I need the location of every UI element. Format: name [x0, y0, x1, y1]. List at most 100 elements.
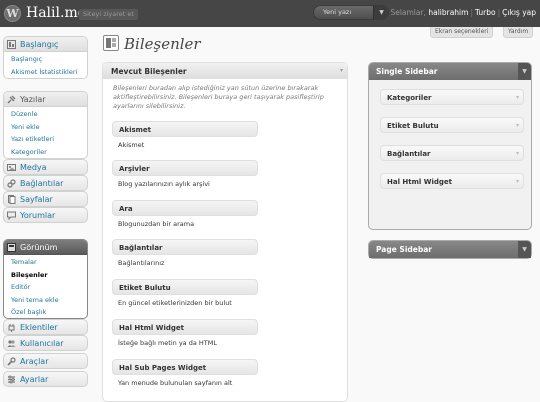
widget-description: En güncel etiketlerinizden bir bulut	[118, 299, 232, 307]
menu-tools-label: Araçlar	[20, 357, 49, 366]
available-widgets-title: Mevcut Bileşenler	[111, 67, 187, 76]
chevron-down-icon[interactable]: ▼	[518, 63, 531, 80]
widget-description: Blogunuzdan bir arama	[118, 220, 195, 228]
submenu-editor[interactable]: Editör	[4, 281, 87, 294]
sidebar-widget-links[interactable]: Bağlantılar ▾	[380, 145, 524, 161]
submenu-akismet-stats[interactable]: Akismet İstatistikleri	[4, 66, 87, 79]
menu-dashboard-header[interactable]: Başlangıç	[4, 37, 87, 52]
media-icon	[7, 164, 16, 171]
submenu-post-tags[interactable]: Yazı etiketleri	[4, 133, 87, 146]
page-sidebar-header[interactable]: Page Sidebar ▼	[369, 241, 531, 258]
available-widgets-header[interactable]: Mevcut Bileşenler ▾	[103, 63, 347, 79]
pages-icon	[8, 195, 16, 204]
widget-description: Akismet	[118, 141, 145, 149]
wordpress-logo-icon[interactable]: W	[4, 5, 21, 22]
visit-site-button[interactable]: Siteyi ziyaret et	[79, 9, 138, 20]
widget-description: Blog yazılarınızın aylık arşivi	[118, 180, 210, 188]
sidebar-widget-label: Kategoriler	[387, 94, 432, 102]
chevron-down-icon[interactable]: ▾	[340, 67, 343, 74]
chevron-down-icon[interactable]: ▼	[373, 5, 389, 20]
menu-plugins-label: Eklentiler	[20, 323, 58, 332]
submenu-widgets[interactable]: Bileşenler	[4, 269, 87, 282]
chevron-down-icon[interactable]: ▾	[516, 150, 519, 157]
menu-comments-label: Yorumlar	[20, 211, 56, 220]
dashboard-icon	[7, 40, 16, 49]
menu-dashboard: Başlangıç Başlangıç Akismet İstatistikle…	[3, 36, 88, 79]
submenu-custom-header[interactable]: Özel başlık	[4, 306, 87, 318]
sidebar-widget-label: Hal Html Widget	[387, 178, 452, 186]
admin-header: W Halil.me Siteyi ziyaret et Yeni yazı ▼…	[0, 0, 540, 27]
menu-users[interactable]: Kullanıcılar	[3, 335, 88, 351]
user-info: Selamlar, halibrahim | Turbo | Çıkış yap	[390, 8, 536, 17]
widget-tag-cloud[interactable]: Etiket Bulutu	[112, 279, 258, 295]
widget-archives[interactable]: Arşivler	[112, 160, 258, 176]
submenu-themes[interactable]: Temalar	[4, 256, 87, 269]
appearance-icon	[7, 243, 16, 252]
page-sidebar-title: Page Sidebar	[376, 245, 432, 254]
sidebar-widget-categories[interactable]: Kategoriler ▾	[380, 89, 524, 105]
greeting-text: Selamlar,	[390, 8, 426, 17]
widget-hal-sub-pages[interactable]: Hal Sub Pages Widget	[112, 359, 258, 375]
submenu-categories[interactable]: Kategoriler	[4, 146, 87, 159]
widget-akismet[interactable]: Akismet	[112, 121, 258, 137]
menu-media[interactable]: Medya	[3, 159, 88, 175]
menu-links[interactable]: Bağlantılar	[3, 175, 88, 191]
menu-settings-label: Ayarlar	[20, 375, 49, 384]
site-title[interactable]: Halil.me	[26, 5, 86, 21]
single-sidebar-header[interactable]: Single Sidebar ▼	[369, 63, 531, 80]
users-icon	[7, 340, 16, 347]
submenu-add-new-theme[interactable]: Yeni tema ekle	[4, 294, 87, 307]
menu-posts: Yazılar Düzenle Yeni ekle Yazı etiketler…	[3, 91, 88, 159]
single-sidebar-title: Single Sidebar	[376, 67, 438, 76]
menu-posts-label: Yazılar	[20, 95, 46, 104]
submenu-posts-add-new[interactable]: Yeni ekle	[4, 121, 87, 134]
pin-icon	[7, 95, 16, 104]
widget-description: Yan menude bulunulan sayfanın alt	[118, 379, 233, 387]
widget-search[interactable]: Ara	[112, 200, 258, 216]
menu-plugins[interactable]: Eklentiler	[3, 319, 88, 335]
menu-users-label: Kullanıcılar	[20, 339, 64, 348]
chevron-down-icon[interactable]: ▾	[516, 178, 519, 185]
widgets-page-icon	[103, 35, 119, 51]
screen-options-tab[interactable]: Ekran seçenekleri	[430, 27, 494, 38]
page-sidebar-panel: Page Sidebar ▼	[368, 240, 532, 259]
tools-icon	[7, 357, 16, 366]
menu-pages-label: Sayfalar	[20, 195, 53, 204]
sidebar-widget-label: Etiket Bulutu	[387, 122, 439, 130]
menu-media-label: Medya	[20, 163, 47, 172]
menu-settings[interactable]: Ayarlar	[3, 371, 88, 387]
menu-links-label: Bağlantılar	[20, 179, 64, 188]
widget-description: Bağlantılarınız	[118, 259, 165, 267]
submenu-dashboard-home[interactable]: Başlangıç	[4, 53, 87, 66]
single-sidebar-panel: Single Sidebar ▼ Kategoriler ▾ Etiket Bu…	[368, 62, 532, 230]
widget-links[interactable]: Bağlantılar	[112, 239, 258, 255]
sidebar-widget-label: Bağlantılar	[387, 150, 431, 158]
logout-link[interactable]: Çıkış yap	[502, 8, 536, 17]
menu-comments[interactable]: Yorumlar	[3, 207, 88, 223]
sidebar-widget-tag-cloud[interactable]: Etiket Bulutu ▾	[380, 117, 524, 133]
widget-hal-html[interactable]: Hal Html Widget	[112, 319, 258, 335]
menu-dashboard-label: Başlangıç	[20, 40, 59, 49]
widget-description: İsteğe bağlı metin ya da HTML	[118, 339, 217, 347]
username-link[interactable]: halibrahim	[428, 8, 468, 17]
help-tab[interactable]: Yardım	[503, 27, 534, 38]
menu-posts-header[interactable]: Yazılar	[4, 92, 87, 107]
turbo-link[interactable]: Turbo	[475, 8, 496, 17]
menu-pages[interactable]: Sayfalar	[3, 191, 88, 207]
menu-appearance-label: Görünüm	[20, 243, 58, 252]
page-title: Bileşenler	[124, 35, 201, 53]
available-widgets-panel: Mevcut Bileşenler ▾ Bileşenleri buradan …	[102, 62, 348, 402]
available-widgets-description: Bileşenleri buradan alıp istediğiniz yan…	[113, 84, 324, 110]
comments-icon	[7, 211, 16, 220]
submenu-posts-edit[interactable]: Düzenle	[4, 108, 87, 121]
settings-icon	[8, 375, 15, 384]
sidebar-widget-hal-html[interactable]: Hal Html Widget ▾	[380, 173, 524, 189]
menu-appearance: Görünüm Temalar Bileşenler Editör Yeni t…	[3, 239, 88, 319]
chevron-down-icon[interactable]: ▾	[516, 94, 519, 101]
chevron-down-icon[interactable]: ▼	[518, 241, 531, 258]
chevron-down-icon[interactable]: ▾	[516, 122, 519, 129]
menu-tools[interactable]: Araçlar	[3, 353, 88, 369]
link-icon	[7, 179, 16, 188]
plugin-icon	[8, 324, 15, 332]
menu-appearance-header[interactable]: Görünüm	[4, 240, 87, 255]
